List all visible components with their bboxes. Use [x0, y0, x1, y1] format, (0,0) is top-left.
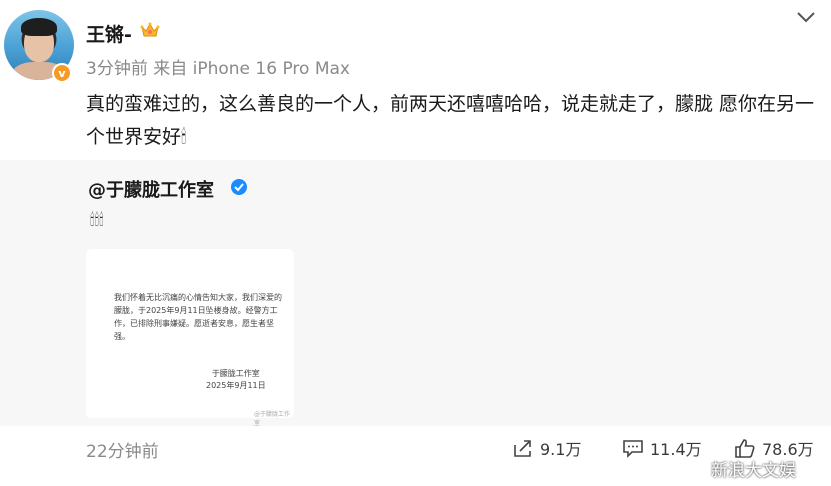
crown-icon [140, 22, 160, 37]
share-icon [514, 440, 531, 457]
notice-signature: 于朦胧工作室 2025年9月11日 [206, 368, 266, 392]
share-count: 9.1万 [540, 440, 582, 459]
chevron-down-icon[interactable] [796, 10, 816, 24]
watermark-text: 新浪大文娱 [711, 461, 796, 481]
verified-icon [231, 179, 247, 195]
repost-card[interactable]: @于朦胧工作室 🕯🕯🕯 我们怀着无比沉痛的心情告知大家，我们深爱的朦胧，于202… [0, 160, 831, 427]
notice-image[interactable]: 我们怀着无比沉痛的心情告知大家，我们深爱的朦胧，于2025年9月11日坠楼身故。… [86, 249, 294, 427]
post-content: 真的蛮难过的，这么善良的一个人，前两天还嘻嘻哈哈，说走就走了，朦胧 愿你在另一个… [86, 93, 815, 148]
share-button[interactable]: 9.1万 [512, 436, 581, 460]
post-time: 22分钟前 [86, 442, 159, 462]
candle-emojis: 🕯🕯🕯 [90, 210, 104, 229]
weibo-logo-icon [683, 459, 706, 479]
comment-icon [623, 440, 643, 458]
avatar-hair [21, 18, 57, 36]
repost-author-name[interactable]: @于朦胧工作室 [88, 176, 214, 202]
notice-sign-date: 2025年9月11日 [206, 381, 266, 390]
weibo-post: v 王锵- 3分钟前 来自 iPhone 16 Pro Max 真的蛮难过的，这… [0, 0, 831, 486]
post-meta: 3分钟前 来自 iPhone 16 Pro Max [86, 59, 350, 79]
notice-sign-name: 于朦胧工作室 [211, 369, 260, 378]
author-name[interactable]: 王锵- [86, 20, 132, 47]
site-watermark: 新浪大文娱 [683, 456, 796, 481]
notice-body: 我们怀着无比沉痛的心情告知大家，我们深爱的朦胧，于2025年9月11日坠楼身故。… [114, 293, 282, 341]
verified-badge-icon: v [52, 63, 72, 83]
notice-watermark: @于朦胧工作室 [254, 411, 291, 427]
